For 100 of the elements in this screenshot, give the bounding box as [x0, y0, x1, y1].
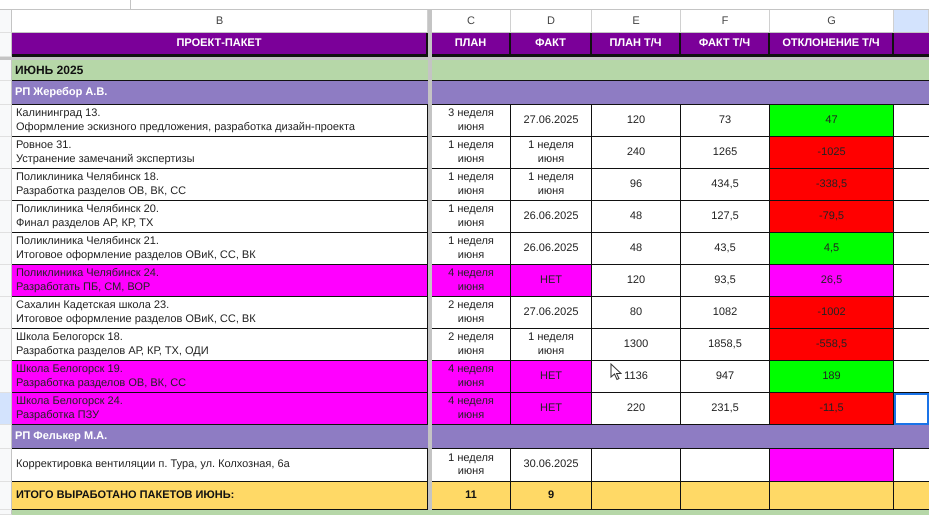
- row-header: [0, 33, 12, 57]
- row-header: [0, 297, 12, 329]
- table-cell: 947: [681, 361, 770, 393]
- table-cell: Школа Белогорск 24. Разработка ПЗУ: [12, 393, 428, 425]
- table-cell: 1 неделя июня: [432, 137, 511, 169]
- column-heading: ПЛАН Т/Ч: [592, 33, 681, 57]
- row-header: [0, 137, 12, 169]
- table-cell: 2 неделя июня: [432, 297, 511, 329]
- column-heading: ПРОЕКТ-ПАКЕТ: [12, 33, 428, 57]
- table-cell: 231,5: [681, 393, 770, 425]
- table-cell: 1 неделя июня: [432, 233, 511, 265]
- selected-cell[interactable]: [894, 393, 929, 425]
- table-cell: НЕТ: [511, 393, 592, 425]
- table-cell: 3 неделя июня: [432, 105, 511, 137]
- table-cell: 93,5: [681, 265, 770, 297]
- table-cell: 27.06.2025: [511, 105, 592, 137]
- table-cell: 434,5: [681, 169, 770, 201]
- row-header: [0, 81, 12, 105]
- row-header: [0, 361, 12, 393]
- table-cell: 127,5: [681, 201, 770, 233]
- table-cell: -79,5: [770, 201, 894, 233]
- table-cell: -1025: [770, 137, 894, 169]
- table-cell: -558,5: [770, 329, 894, 361]
- table-cell: 1265: [681, 137, 770, 169]
- table-cell: Школа Белогорск 18. Разработка разделов АР, КР, ТХ, ОДИ: [12, 329, 428, 361]
- mouse-pointer-icon: [610, 363, 622, 381]
- row-header: [0, 60, 12, 81]
- table-cell: 1 неделя июня: [511, 329, 592, 361]
- column-header[interactable]: G: [770, 10, 894, 33]
- table-cell: 4,5: [770, 233, 894, 265]
- table-cell: 240: [592, 137, 681, 169]
- column-heading: [894, 33, 929, 57]
- table-cell: 1 неделя июня: [432, 201, 511, 233]
- table-cell: 4 неделя июня: [432, 393, 511, 425]
- table-cell: 47: [770, 105, 894, 137]
- corner-cell: [0, 10, 12, 33]
- table-cell: 30.06.2025: [511, 449, 592, 482]
- table-cell: 120: [592, 265, 681, 297]
- table-cell: 48: [592, 233, 681, 265]
- table-cell: 43,5: [681, 233, 770, 265]
- table-cell: НЕТ: [511, 265, 592, 297]
- table-cell: Школа Белогорск 19. Разработка разделов ОВ, ВК, СС: [12, 361, 428, 393]
- table-cell: Поликлиника Челябинск 20. Финал разделов АР, КР, ТХ: [12, 201, 428, 233]
- table-cell: 1 неделя июня: [511, 169, 592, 201]
- row-header: [0, 169, 12, 201]
- table-cell: 1 неделя июня: [432, 449, 511, 482]
- table-cell: Сахалин Кадетская школа 23. Итоговое оформление разделов ОВиК, СС, ВК: [12, 297, 428, 329]
- row-header: [0, 449, 12, 482]
- table-cell: НЕТ: [511, 361, 592, 393]
- month-heading: ИЮНЬ 2025: [12, 60, 428, 81]
- table-cell: 189: [770, 361, 894, 393]
- table-cell: 4 неделя июня: [432, 265, 511, 297]
- table-cell: 4 неделя июня: [432, 361, 511, 393]
- table-cell: 120: [592, 105, 681, 137]
- table-cell: 1136: [592, 361, 681, 393]
- row-header: [0, 201, 12, 233]
- table-cell: Поликлиника Челябинск 21. Итоговое оформление разделов ОВиК, СС, ВК: [12, 233, 428, 265]
- table-cell: 1300: [592, 329, 681, 361]
- table-cell: 26.06.2025: [511, 201, 592, 233]
- table-cell: 1 неделя июня: [511, 137, 592, 169]
- table-cell: Поликлиника Челябинск 18. Разработка разделов ОВ, ВК, СС: [12, 169, 428, 201]
- column-header[interactable]: C: [432, 10, 511, 33]
- table-cell: 27.06.2025: [511, 297, 592, 329]
- table-cell: 80: [592, 297, 681, 329]
- table-cell: 1082: [681, 297, 770, 329]
- total-cell: 11: [432, 482, 511, 510]
- column-heading: ОТКЛОНЕНИЕ Т/Ч: [770, 33, 894, 57]
- column-heading: ПЛАН: [432, 33, 511, 57]
- column-header[interactable]: D: [511, 10, 592, 33]
- column-header[interactable]: E: [592, 10, 681, 33]
- row-header: [0, 329, 12, 361]
- table-cell: 2 неделя июня: [432, 329, 511, 361]
- table-cell: -11,5: [770, 393, 894, 425]
- row-header: [0, 105, 12, 137]
- table-cell: -338,5: [770, 169, 894, 201]
- table-cell: 48: [592, 201, 681, 233]
- column-header[interactable]: B: [12, 10, 428, 33]
- table-cell: Поликлиника Челябинск 24. Разработать ПБ, СМ, ВОР: [12, 265, 428, 297]
- column-header[interactable]: F: [681, 10, 770, 33]
- column-heading: ФАКТ: [511, 33, 592, 57]
- table-cell: -1002: [770, 297, 894, 329]
- table-cell: Ровное 31. Устранение замечаний экспертизы: [12, 137, 428, 169]
- table-cell: 1858,5: [681, 329, 770, 361]
- row-header: [0, 233, 12, 265]
- row-header: [0, 425, 12, 449]
- table-cell: 26.06.2025: [511, 233, 592, 265]
- total-cell: [894, 482, 929, 510]
- table-cell: Корректировка вентиляции п. Тура, ул. Колхозная, 6а: [12, 449, 428, 482]
- column-heading: ФАКТ Т/Ч: [681, 33, 770, 57]
- total-cell: ИТОГО ВЫРАБОТАНО ПАКЕТОВ ИЮНЬ:: [12, 482, 428, 510]
- table-cell: 96: [592, 169, 681, 201]
- table-cell: 73: [681, 105, 770, 137]
- total-cell: 9: [511, 482, 592, 510]
- manager-heading: РП Фелькер М.А.: [12, 425, 428, 449]
- table-cell: 1 неделя июня: [432, 169, 511, 201]
- table-cell: Калининград 13. Оформление эскизного предложения, разработка дизайн-проекта: [12, 105, 428, 137]
- manager-heading: РП Жеребор А.В.: [12, 81, 428, 105]
- table-cell: 26,5: [770, 265, 894, 297]
- row-header: [0, 265, 12, 297]
- table-cell: 220: [592, 393, 681, 425]
